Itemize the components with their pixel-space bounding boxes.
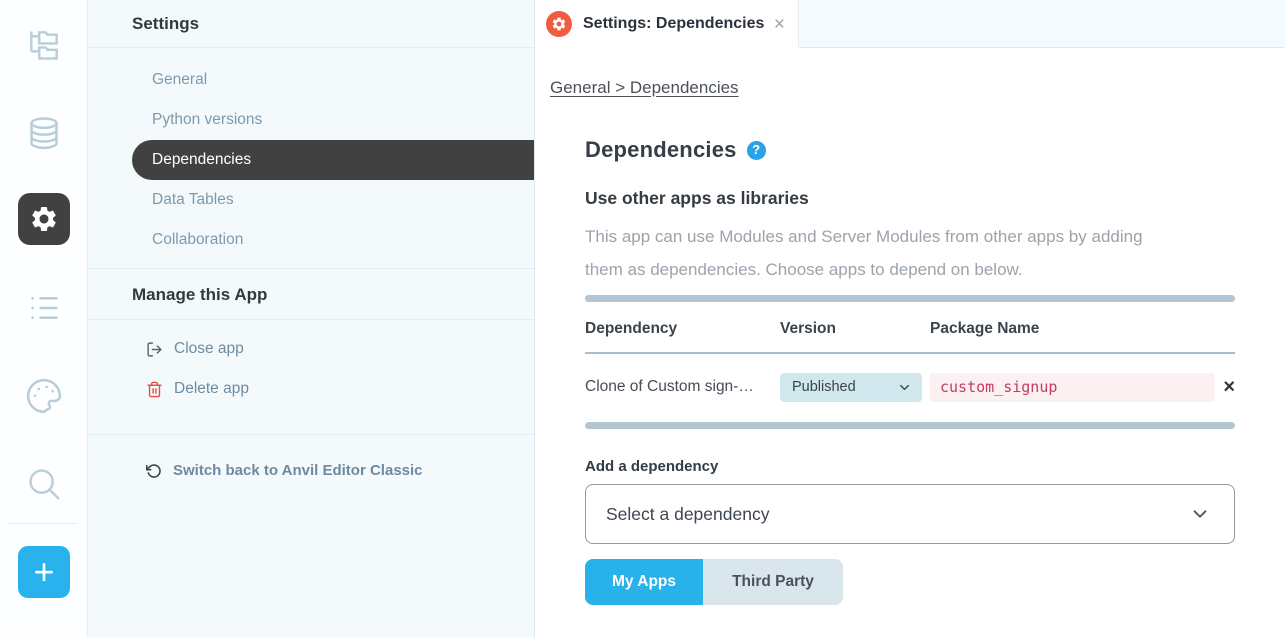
- manage-app-section: Close app Delete app: [88, 320, 534, 435]
- rotate-ccw-icon: [146, 463, 162, 479]
- section-subheading: Use other apps as libraries: [585, 188, 1235, 209]
- add-dependency-label: Add a dependency: [585, 458, 1235, 475]
- left-icon-sidebar: +: [0, 0, 88, 637]
- dependency-table-header: Dependency Version Package Name: [585, 320, 1235, 338]
- settings-panel: Settings General Python versions Depende…: [88, 0, 535, 637]
- settings-item-python-versions[interactable]: Python versions: [88, 100, 534, 140]
- delete-app-label: Delete app: [174, 380, 249, 398]
- remove-dependency-icon[interactable]: ×: [1223, 377, 1235, 397]
- breadcrumb-link-general[interactable]: General: [550, 78, 610, 97]
- bottom-scroll-bar: [585, 422, 1235, 429]
- column-dependency: Dependency: [585, 320, 780, 338]
- column-package-name: Package Name: [930, 320, 1235, 338]
- manage-app-title: Manage this App: [88, 269, 534, 320]
- source-toggle-group: My Apps Third Party: [585, 559, 843, 605]
- dependency-row: Clone of Custom sign-… Published custom_…: [585, 372, 1235, 402]
- tab-bar: Settings: Dependencies ×: [535, 0, 1285, 48]
- tab-bar-empty-area: [798, 0, 1285, 48]
- palette-icon[interactable]: [0, 376, 87, 416]
- switch-classic-label: Switch back to Anvil Editor Classic: [173, 462, 423, 479]
- anvil-editor-settings-page: + Settings General Python versions Depen…: [0, 0, 1285, 637]
- tab-settings-dependencies[interactable]: Settings: Dependencies ×: [535, 0, 798, 48]
- list-icon[interactable]: [0, 290, 87, 326]
- chevron-down-icon: [1189, 503, 1211, 525]
- tab-gear-icon: [546, 11, 572, 37]
- main-content: Settings: Dependencies × General > Depen…: [535, 0, 1285, 637]
- settings-item-collaboration[interactable]: Collaboration: [88, 220, 534, 260]
- help-icon[interactable]: ?: [747, 141, 766, 160]
- sidebar-divider: [8, 523, 78, 524]
- add-button[interactable]: +: [18, 546, 70, 598]
- trash-icon: [146, 381, 163, 398]
- settings-item-data-tables[interactable]: Data Tables: [88, 180, 534, 220]
- table-header-divider: [585, 352, 1235, 354]
- settings-item-dependencies[interactable]: Dependencies: [132, 140, 534, 180]
- column-version: Version: [780, 320, 930, 338]
- settings-nav: General Python versions Dependencies Dat…: [88, 48, 534, 269]
- breadcrumb-link-dependencies[interactable]: Dependencies: [630, 78, 739, 97]
- top-scroll-bar: [585, 295, 1235, 302]
- dependency-select[interactable]: Select a dependency: [585, 484, 1235, 544]
- tab-third-party[interactable]: Third Party: [703, 559, 843, 605]
- dependencies-section: Dependencies ? Use other apps as librari…: [585, 137, 1235, 605]
- settings-panel-title: Settings: [88, 0, 534, 48]
- breadcrumb-separator: >: [610, 78, 629, 97]
- dependency-select-placeholder: Select a dependency: [606, 504, 769, 525]
- tab-close-icon[interactable]: ×: [774, 15, 785, 34]
- dependency-name: Clone of Custom sign-…: [585, 378, 780, 396]
- chevron-down-icon: [897, 380, 912, 395]
- switch-classic-button[interactable]: Switch back to Anvil Editor Classic: [88, 435, 534, 479]
- database-icon[interactable]: [0, 114, 87, 154]
- close-app-button[interactable]: Close app: [88, 329, 534, 369]
- app-tree-icon[interactable]: [0, 26, 87, 64]
- package-name-input[interactable]: custom_signup: [930, 373, 1215, 402]
- search-icon[interactable]: [0, 465, 87, 503]
- tab-title: Settings: Dependencies: [583, 15, 764, 33]
- page-title: Dependencies: [585, 137, 737, 163]
- settings-item-general[interactable]: General: [88, 60, 534, 100]
- delete-app-button[interactable]: Delete app: [88, 369, 534, 409]
- page-heading-row: Dependencies ?: [585, 137, 1235, 163]
- section-description: This app can use Modules and Server Modu…: [585, 220, 1185, 286]
- version-select-value: Published: [792, 379, 856, 395]
- breadcrumb: General > Dependencies: [550, 78, 739, 98]
- settings-gear-icon[interactable]: [18, 193, 70, 245]
- close-app-label: Close app: [174, 340, 244, 358]
- tab-my-apps[interactable]: My Apps: [585, 559, 703, 605]
- log-out-icon: [146, 341, 163, 358]
- version-select[interactable]: Published: [780, 373, 922, 402]
